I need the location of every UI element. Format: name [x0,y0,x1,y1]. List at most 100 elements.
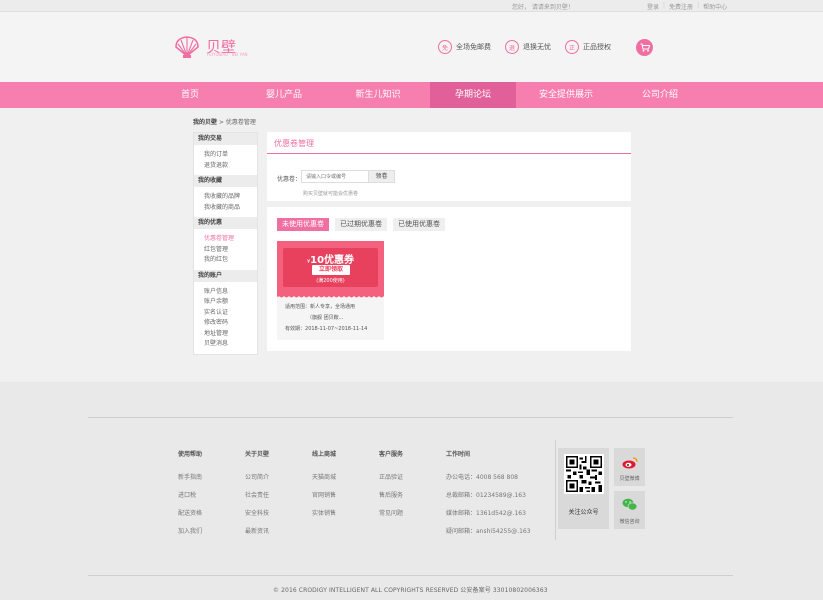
redeem-button[interactable]: 领卷 [368,170,395,183]
cart-button[interactable] [636,39,653,56]
wechat-button[interactable]: 微信咨询 [614,491,645,529]
claim-coupon-button[interactable]: 立即领取 [312,265,350,275]
sidebar-item-orders[interactable]: 我的订单 [204,150,257,161]
coupon-inner: ¥10优惠券 立即领取 (满200使用) [283,248,378,287]
sidebar-item-messages[interactable]: 贝壁消息 [204,339,257,350]
coupon-validity: 有效期：2018-11-07~2018-11-14 [285,325,367,332]
tab-used[interactable]: 已使用优惠卷 [393,218,445,231]
coupon-list-panel: 未使用优惠卷 已过期优惠卷 已使用优惠卷 ¥10优惠券 立即领取 (满200使用… [267,207,631,351]
greeting-text: 您好， 请请来到贝壁！ [512,4,574,11]
footer-link[interactable]: 常见问题 [379,505,403,523]
contact-email: 总裁邮箱：01234589@.163 [446,492,526,499]
sidebar-section-title: 我的优惠 [194,217,257,229]
footer-link[interactable]: 配送资格 [178,505,202,523]
qr-caption: 关注公众号 [568,509,599,516]
footer-link[interactable]: 公司简介 [245,469,269,487]
footer-vertical-divider [555,440,556,540]
divider: | [697,2,700,9]
footer-col-hours: 工作时间 办公电话：4008 568 808 总裁邮箱：01234589@.16… [446,449,531,541]
scope-value: 新人专享，全场通用 [310,304,356,310]
nav-safety-showcase[interactable]: 安全提供展示 [533,82,599,108]
footer-link[interactable]: 最新资讯 [245,523,269,541]
sidebar-item-password[interactable]: 修改密码 [204,318,257,329]
footer-col-service: 客户服务 正品验证 售后服务 常见问题 [379,449,403,523]
free-shipping-icon: 免 [438,40,452,54]
wechat-label: 微信咨询 [619,519,640,525]
coupon-edge [277,293,384,298]
sidebar-item-fav-products[interactable]: 我收藏的商品 [204,203,257,214]
footer-link[interactable]: 天猫商城 [312,469,336,487]
breadcrumb: 我的贝壁 > 优惠卷管理 [193,117,256,126]
logo[interactable]: 贝壁 FEIYUBIAO · BEI YAN [174,35,248,59]
return-icon: 退 [505,40,519,54]
sidebar-item-account-info[interactable]: 账户信息 [204,287,257,298]
nav-pregnancy-forum[interactable]: 孕期论坛 [430,82,516,108]
weibo-label: 贝壁微博 [619,476,640,482]
sidebar-item-redpacket-mgmt[interactable]: 红包管理 [204,245,257,256]
feature-returns: 退 退换无忧 [505,40,551,54]
tab-expired[interactable]: 已过期优惠卷 [335,218,387,231]
wechat-qr-box: 关注公众号 [558,448,609,529]
title-divider [267,153,631,154]
sidebar-item-address[interactable]: 地址管理 [204,329,257,340]
account-sidebar: 我的交易 我的订单 退货退款 我的收藏 我收藏的品牌 我收藏的商品 我的优惠 优… [193,132,258,355]
footer-link[interactable]: 官网销售 [312,487,336,505]
sidebar-item-refunds[interactable]: 退货退款 [204,161,257,172]
footer-link[interactable]: 新手指南 [178,469,202,487]
coupon-scope: 适用范围：新人专享，全场通用 [285,303,355,310]
shell-icon [175,36,199,58]
coupon-card[interactable]: ¥10优惠券 立即领取 (满200使用) 适用范围：新人专享，全场通用 （旗舰 … [277,241,384,340]
weibo-button[interactable]: 贝壁微博 [614,448,645,486]
top-links: 登录 | 免费注册 | 帮助中心 [647,2,727,11]
sidebar-item-balance[interactable]: 账户余额 [204,297,257,308]
coupon-value: ¥10优惠券 [283,251,378,266]
feature-label: 退换无忧 [523,43,551,51]
footer-link[interactable]: 社会责任 [245,487,269,505]
service-features: 免 全场免邮费 退 退换无忧 正 正品授权 [438,40,611,54]
coupon-tip: 购买贝壁就可能会优惠卷 [303,191,359,197]
sidebar-item-coupons[interactable]: 优惠卷管理 [204,234,257,245]
footer-col-title: 关于贝壁 [245,451,270,458]
nav-baby-products[interactable]: 婴儿产品 [254,82,314,108]
feature-label: 全场免邮费 [456,43,491,51]
wechat-icon [622,498,637,511]
footer-link[interactable]: 正品验证 [379,469,403,487]
weibo-icon [622,457,638,469]
coupon-code-label: 优惠卷： [277,176,302,183]
footer-col-about: 关于贝壁 公司简介 社会责任 安全科技 最新资讯 [245,449,269,541]
footer-link[interactable]: 实体销售 [312,505,336,523]
valid-label: 有效期： [285,326,306,332]
nav-newborn-knowledge[interactable]: 新生儿知识 [347,82,409,108]
logo-subtitle: FEIYUBIAO · BEI YAN [207,52,248,57]
footer-divider [88,575,733,576]
nav-home[interactable]: 首页 [170,82,210,108]
footer-col-title: 客户服务 [379,451,404,458]
help-link[interactable]: 帮助中心 [703,2,727,11]
contact-phone: 办公电话：4008 568 808 [446,474,518,481]
valid-value: 2018-11-07~2018-11-14 [305,326,368,332]
divider: | [663,2,666,9]
tab-unused[interactable]: 未使用优惠卷 [277,218,329,231]
register-link[interactable]: 免费注册 [669,2,693,11]
sidebar-item-fav-brands[interactable]: 我收藏的品牌 [204,192,257,203]
login-link[interactable]: 登录 [647,2,659,11]
sidebar-section-title: 我的收藏 [194,175,257,187]
authorized-icon: 正 [565,40,579,54]
nav-company[interactable]: 公司介绍 [632,82,688,108]
footer-link[interactable]: 进口税 [178,487,202,505]
breadcrumb-sep: > [217,119,226,126]
sidebar-item-my-redpacket[interactable]: 我的红包 [204,255,257,266]
coupon-tabs: 未使用优惠卷 已过期优惠卷 已使用优惠卷 [277,218,445,231]
contact-email: 疑问邮箱：anshi54255@.163 [446,528,531,535]
footer-link[interactable]: 加入我们 [178,523,202,541]
footer-link[interactable]: 安全科技 [245,505,269,523]
coupon-scope-more: （旗舰 团贝鞍... [307,315,344,321]
coupon-condition: (满200使用) [316,278,345,284]
sidebar-item-verification[interactable]: 实名认证 [204,308,257,319]
breadcrumb-root[interactable]: 我的贝壁 [193,119,217,126]
coupon-face: ¥10优惠券 立即领取 (满200使用) [277,241,384,296]
footer-link[interactable]: 售后服务 [379,487,403,505]
cart-icon [640,43,650,52]
main-nav: 首页 婴儿产品 新生儿知识 孕期论坛 安全提供展示 公司介绍 [0,82,823,108]
sidebar-section-title: 我的账户 [194,269,257,282]
